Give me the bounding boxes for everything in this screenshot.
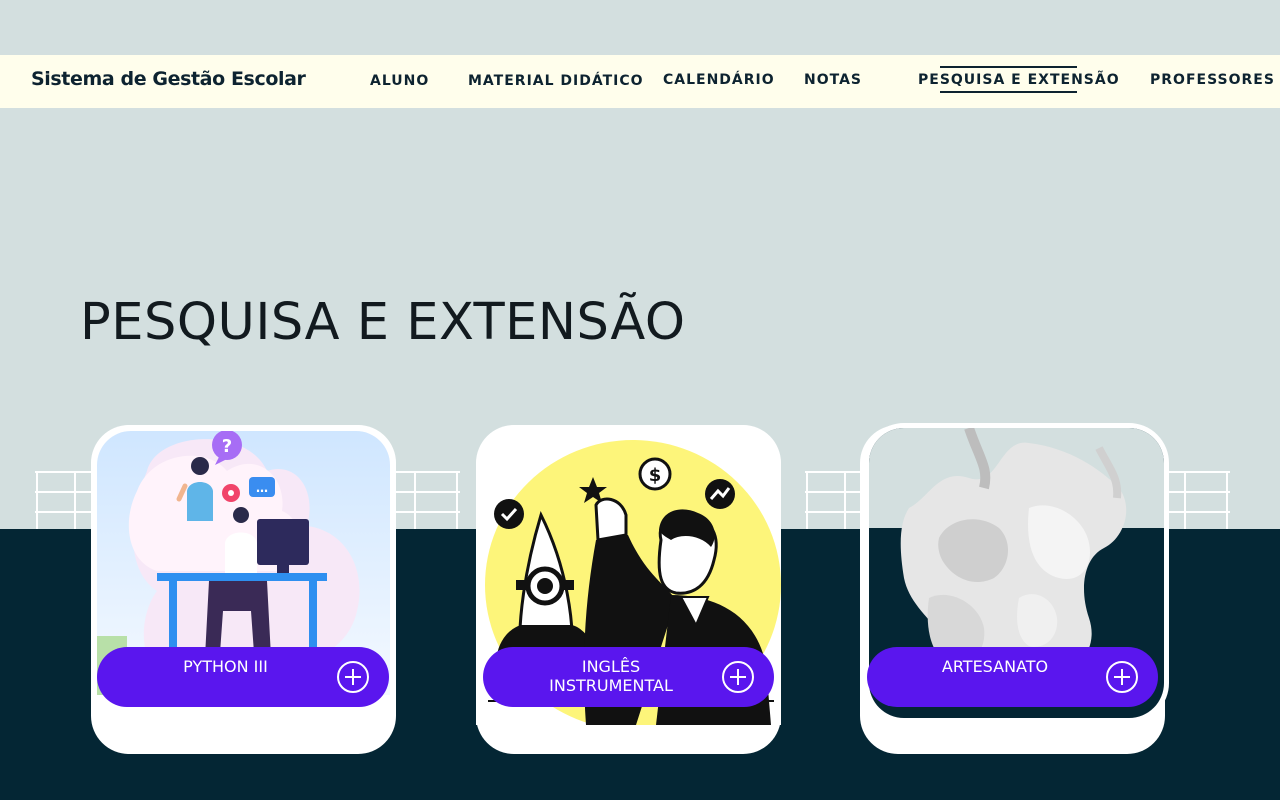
svg-text:$: $ [649, 465, 662, 486]
active-indicator-bottom [940, 91, 1077, 93]
card-pill-artesanato[interactable]: ARTESANATO [867, 647, 1158, 707]
card-label-artesanato: ARTESANATO [941, 657, 1049, 676]
svg-text:…: … [256, 481, 268, 495]
card-pill-python[interactable]: PYTHON III [97, 647, 389, 707]
nav-notas[interactable]: NOTAS [804, 72, 862, 88]
nav-professores[interactable]: PROFESSORES [1150, 72, 1275, 88]
nav-calendario[interactable]: CALENDÁRIO [663, 72, 775, 88]
page-title: PESQUISA E EXTENSÃO [80, 293, 686, 352]
add-icon[interactable] [337, 661, 369, 693]
top-navbar: Sistema de Gestão Escolar ALUNO MATERIAL… [0, 55, 1280, 108]
brand-title[interactable]: Sistema de Gestão Escolar [31, 68, 306, 90]
nav-material-didatico[interactable]: MATERIAL DIDÁTICO [468, 73, 644, 89]
active-indicator-top [940, 66, 1077, 68]
nav-aluno[interactable]: ALUNO [370, 73, 429, 89]
card-label-line-2: INSTRUMENTAL [549, 676, 673, 695]
card-label-line-1: INGLÊS [581, 657, 641, 676]
card-pill-ingles[interactable]: INGLÊS INSTRUMENTAL [483, 647, 774, 707]
svg-text:?: ? [222, 436, 232, 457]
add-icon[interactable] [1106, 661, 1138, 693]
card-label-ingles: INGLÊS INSTRUMENTAL [503, 657, 719, 695]
nav-pesquisa-extensao[interactable]: PESQUISA E EXTENSÃO [918, 72, 1120, 88]
add-icon[interactable] [722, 661, 754, 693]
card-label-python: PYTHON III [183, 657, 268, 676]
